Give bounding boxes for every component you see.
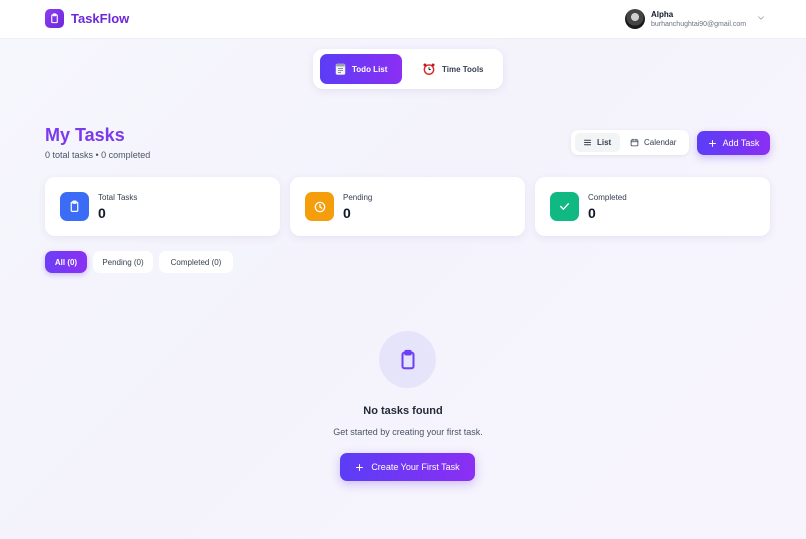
stat-card-total: Total Tasks 0 <box>45 177 280 236</box>
clipboard-icon <box>60 192 89 221</box>
todo-list-label: Todo List <box>352 64 388 74</box>
user-avatar[interactable] <box>625 9 645 29</box>
user-email: burhanchughtai90@gmail.com <box>651 21 747 28</box>
stat-card-pending: Pending 0 <box>290 177 525 236</box>
app-logo-icon[interactable] <box>45 9 64 28</box>
time-tools-tab[interactable]: Time Tools <box>413 54 495 84</box>
calendar-view-label: Calendar <box>644 138 677 147</box>
page-title: My Tasks <box>45 125 125 145</box>
alarm-clock-icon <box>422 62 436 76</box>
top-header: TaskFlow Alpha burhanchughtai90@gmail.co… <box>0 0 806 39</box>
calendar-icon <box>630 138 639 147</box>
filter-tab-pending[interactable]: Pending (0) <box>93 251 153 273</box>
chevron-down-icon[interactable] <box>756 13 766 23</box>
task-summary: 0 total tasks • 0 completed <box>45 150 151 160</box>
app-name[interactable]: TaskFlow <box>71 11 129 26</box>
time-tools-label: Time Tools <box>442 64 484 74</box>
calendar-view-button[interactable]: Calendar <box>626 133 686 152</box>
view-toggle: List Calendar <box>571 130 689 155</box>
stat-value: 0 <box>98 205 106 221</box>
empty-state-description: Get started by creating your first task. <box>333 427 483 437</box>
stat-card-completed: Completed 0 <box>535 177 770 236</box>
clipboard-icon <box>397 349 419 371</box>
plus-icon <box>708 139 717 148</box>
stat-value: 0 <box>588 205 596 221</box>
stat-label: Pending <box>343 193 373 202</box>
clock-icon <box>305 192 334 221</box>
add-task-label: Add Task <box>722 138 760 148</box>
todo-list-tab[interactable]: Todo List <box>320 54 402 84</box>
add-task-button[interactable]: Add Task <box>697 131 770 155</box>
stat-value: 0 <box>343 205 351 221</box>
tool-switcher: Todo List Time Tools <box>313 49 503 89</box>
empty-state-title: No tasks found <box>363 405 443 417</box>
list-view-button[interactable]: List <box>575 133 620 152</box>
check-icon <box>550 192 579 221</box>
filter-tab-completed[interactable]: Completed (0) <box>159 251 233 273</box>
filter-tab-all[interactable]: All (0) <box>45 251 87 273</box>
stat-label: Completed <box>588 193 627 202</box>
list-view-label: List <box>597 138 612 147</box>
create-first-task-button[interactable]: Create Your First Task <box>340 453 475 481</box>
stat-label: Total Tasks <box>98 193 138 202</box>
list-icon <box>583 138 592 147</box>
user-name[interactable]: Alpha <box>651 10 673 19</box>
create-first-task-label: Create Your First Task <box>371 462 460 472</box>
plus-icon <box>355 463 364 472</box>
notepad-icon <box>335 63 346 75</box>
empty-state-illustration <box>379 331 436 388</box>
